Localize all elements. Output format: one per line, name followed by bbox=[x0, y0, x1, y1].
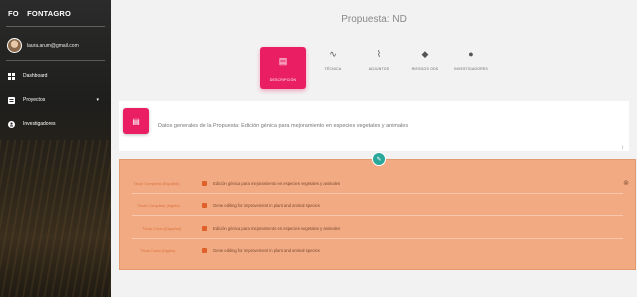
list-item: Título Corto (Inglés) Gene editing for i… bbox=[120, 239, 635, 261]
tab-label: TÉCNICA bbox=[324, 67, 342, 71]
tab-label: DESCRIPCIÓN bbox=[269, 78, 297, 82]
avatar bbox=[7, 38, 22, 53]
field-value: Gene editing for improvement in plant an… bbox=[213, 202, 320, 208]
user-profile[interactable]: laura.arum@gmail.com bbox=[7, 38, 79, 53]
sidebar-divider bbox=[6, 26, 105, 27]
user-email: laura.arum@gmail.com bbox=[27, 42, 79, 49]
shield-icon: ◆ bbox=[421, 48, 429, 59]
flag-icon bbox=[202, 180, 207, 186]
list-item: Título Corto (Español) Edición génica pa… bbox=[120, 217, 635, 239]
list-item: Título Completo (Español) Edición génica… bbox=[120, 172, 635, 194]
tab-adjuntos[interactable]: ⌇ ADJUNTOS bbox=[356, 47, 402, 72]
sidebar-item-investigadores[interactable]: Investigadores bbox=[7, 120, 105, 128]
sidebar-item-label: Dashboard bbox=[23, 73, 48, 79]
user-icon bbox=[7, 120, 15, 128]
flag-icon bbox=[202, 247, 207, 253]
tab-label: ADJUNTOS bbox=[368, 67, 390, 71]
flag-icon bbox=[202, 225, 207, 231]
account-icon: ● bbox=[468, 49, 474, 59]
flag-icon bbox=[202, 202, 207, 208]
tab-descripcion[interactable]: ▤ DESCRIPCIÓN bbox=[260, 47, 306, 89]
field-value: Gene editing for improvement in plant an… bbox=[213, 247, 320, 253]
close-icon[interactable]: ⊗ bbox=[623, 179, 629, 187]
attachment-icon: ⌇ bbox=[376, 48, 382, 59]
chart-line-icon: ∿ bbox=[329, 48, 337, 59]
tab-label: INVESTIGADORES bbox=[454, 67, 488, 71]
tab-investigadores[interactable]: ● INVESTIGADORES bbox=[448, 47, 494, 71]
field-label: Título Completo (Español) bbox=[133, 180, 180, 186]
projects-icon bbox=[7, 96, 15, 104]
main-content: Propuesta: ND ▤ DESCRIPCIÓN ∿ TÉCNICA ⌇ … bbox=[111, 0, 637, 297]
brand[interactable]: FO FONTAGRO bbox=[8, 9, 71, 18]
edit-button[interactable]: ✎ bbox=[372, 152, 386, 166]
highlighted-section: Título Completo (Español) Edición génica… bbox=[119, 159, 636, 270]
field-value: Edición génica para mejoramiento en espe… bbox=[213, 225, 341, 231]
tab-bar: ▤ DESCRIPCIÓN ∿ TÉCNICA ⌇ ADJUNTOS ◆ RIE… bbox=[260, 47, 494, 89]
brand-name: FONTAGRO bbox=[27, 9, 72, 18]
field-value: Edición génica para mejoramiento en espe… bbox=[213, 180, 341, 186]
brand-abbr: FO bbox=[8, 9, 19, 18]
info-icon[interactable]: i bbox=[622, 145, 623, 151]
tab-tecnica[interactable]: ∿ TÉCNICA bbox=[310, 47, 356, 72]
dashboard-icon bbox=[7, 72, 15, 80]
field-label: Título Corto (Español) bbox=[142, 225, 182, 231]
sidebar-item-label: Investigadores bbox=[23, 121, 56, 127]
chevron-down-icon: ▾ bbox=[96, 97, 99, 103]
card-title: Datos generales de la Propuesta: Edición… bbox=[158, 123, 409, 129]
description-icon: ▤ bbox=[278, 55, 288, 66]
sidebar-item-proyectos[interactable]: Proyectos ▾ bbox=[7, 96, 105, 104]
sidebar-item-dashboard[interactable]: Dashboard bbox=[7, 72, 105, 80]
tab-label: RIESGOS ODS bbox=[411, 67, 439, 71]
page-title: Propuesta: ND bbox=[341, 14, 407, 25]
tab-riesgos-ods[interactable]: ◆ RIESGOS ODS bbox=[402, 47, 448, 72]
sidebar: FO FONTAGRO laura.arum@gmail.com Dashboa… bbox=[0, 0, 111, 297]
field-label: Título Corto (Inglés) bbox=[140, 247, 176, 253]
row-divider bbox=[132, 215, 623, 216]
list-item: Título Completo (Inglés) Gene editing fo… bbox=[120, 194, 635, 216]
card-header-icon: ▤ bbox=[123, 108, 149, 134]
sidebar-divider bbox=[6, 60, 105, 61]
sidebar-item-label: Proyectos bbox=[23, 97, 46, 103]
field-label: Título Completo (Inglés) bbox=[137, 202, 180, 208]
